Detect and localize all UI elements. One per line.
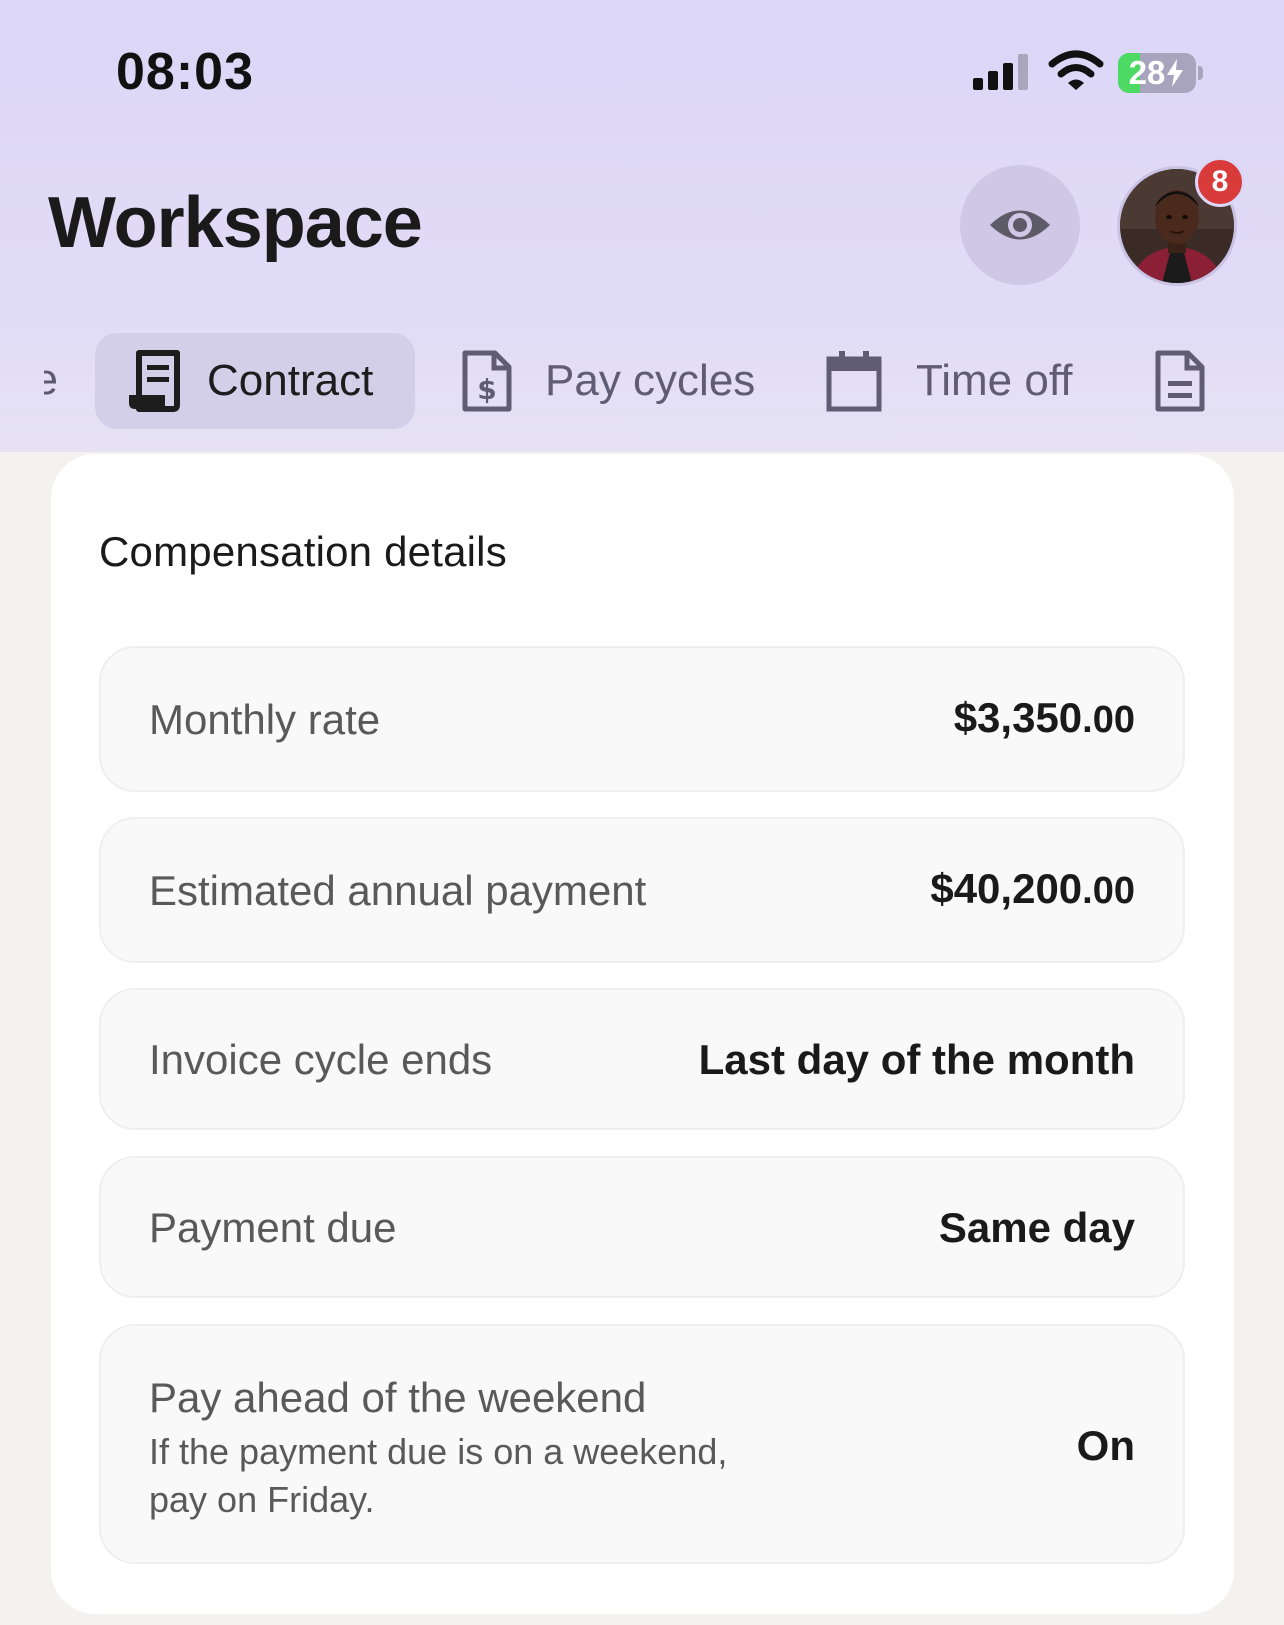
row-label: Payment due <box>149 1204 397 1251</box>
compensation-card: Compensation details Monthly rate $3,350… <box>51 454 1234 1614</box>
visibility-toggle-button[interactable] <box>960 165 1080 285</box>
tab-contract[interactable]: Contract <box>95 333 415 429</box>
row-value: $40,200.00 <box>930 865 1135 912</box>
receipt-icon <box>123 349 187 413</box>
compensation-row-annual-payment: Estimated annual payment $40,200.00 <box>99 817 1185 963</box>
compensation-row-invoice-cycle: Invoice cycle ends Last day of the month <box>99 988 1185 1130</box>
document-icon <box>1148 349 1212 413</box>
tab-documents[interactable] <box>1148 333 1212 429</box>
row-label: Pay ahead of the weekend <box>149 1374 647 1421</box>
tab-partial-previous[interactable]: e <box>44 355 58 405</box>
row-label: Monthly rate <box>149 696 381 743</box>
compensation-row-pay-ahead-weekend: Pay ahead of the weekend If the payment … <box>99 1324 1185 1564</box>
wifi-icon <box>1048 50 1104 90</box>
battery-level: 28 <box>1128 54 1166 91</box>
dollar-document-icon: $ <box>455 349 519 413</box>
row-description: If the payment due is on a weekend, pay … <box>149 1431 728 1520</box>
section-title: Compensation details <box>99 528 507 575</box>
svg-text:$: $ <box>477 373 496 406</box>
calendar-icon <box>822 349 886 413</box>
battery-cap <box>1198 66 1203 80</box>
cellular-signal-icon <box>973 54 1028 90</box>
notification-badge: 8 <box>1195 157 1245 207</box>
tab-pay-cycles[interactable]: $ Pay cycles <box>455 333 755 429</box>
tab-bar: e Contract $ Pay cycles Time off <box>0 333 1284 429</box>
compensation-row-monthly-rate: Monthly rate $3,350.00 <box>99 646 1185 792</box>
tab-label: Time off <box>916 356 1073 405</box>
battery-icon: 28 <box>1118 53 1196 93</box>
page-title: Workspace <box>48 183 423 263</box>
row-label: Invoice cycle ends <box>149 1036 493 1083</box>
tab-time-off[interactable]: Time off <box>822 333 1073 429</box>
charging-bolt-icon <box>1167 59 1184 87</box>
row-value: Last day of the month <box>698 1036 1135 1083</box>
eye-icon <box>990 210 1050 240</box>
compensation-row-payment-due: Payment due Same day <box>99 1156 1185 1298</box>
tab-label: Pay cycles <box>545 356 756 405</box>
status-time: 08:03 <box>116 43 254 101</box>
app-header: 08:03 28 Workspace 8 e Contract $ Pay cy… <box>0 0 1284 452</box>
row-value: On <box>1076 1422 1135 1469</box>
tab-label: Contract <box>207 356 374 405</box>
row-label: Estimated annual payment <box>149 867 647 914</box>
row-value: $3,350.00 <box>953 694 1135 741</box>
row-value: Same day <box>938 1204 1135 1251</box>
